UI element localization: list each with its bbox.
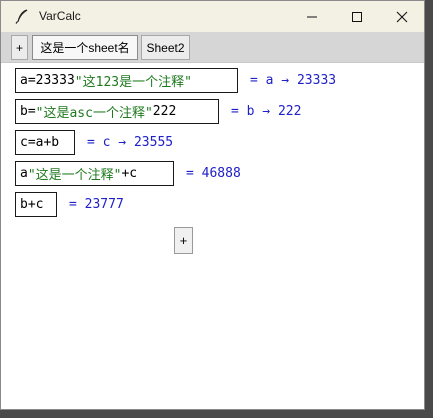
expression-input[interactable]: a "这是一个注释" +c <box>15 161 174 186</box>
maximize-icon <box>352 11 362 22</box>
expression-comment: "这123是一个注释" <box>74 75 192 90</box>
expression-row: b= "这是asc一个注释" 222 = b → 222 <box>15 99 301 124</box>
sheet-tab-bar: + 这是一个sheet名 Sheet2 <box>1 32 424 63</box>
expression-code: +c <box>121 166 138 181</box>
expression-code: 222 <box>152 104 177 119</box>
expression-result: = b → 222 <box>231 104 302 119</box>
window-title: VarCalc <box>39 9 81 23</box>
close-button[interactable] <box>379 1 425 32</box>
tab-sheet-1[interactable]: 这是一个sheet名 <box>32 35 138 60</box>
expression-comment: "这是一个注释" <box>27 168 122 183</box>
add-row-button[interactable]: + <box>174 227 193 254</box>
title-bar[interactable]: VarCalc <box>1 1 424 32</box>
expression-code: a=23333 <box>20 73 75 88</box>
app-window: VarCalc + 这是一个sheet名 Sheet2 a=23333 "这123… <box>0 0 425 410</box>
expression-code: b+c <box>20 197 44 212</box>
expression-result: = 46888 <box>186 166 241 181</box>
expression-input[interactable]: b= "这是asc一个注释" 222 <box>15 99 219 124</box>
feather-icon <box>15 9 28 24</box>
expression-row: b+c = 23777 <box>15 192 124 217</box>
expression-row: c=a+b = c → 23555 <box>15 130 173 155</box>
expression-row: a=23333 "这123是一个注释" = a → 23333 <box>15 68 336 93</box>
expression-result: = c → 23555 <box>87 135 174 150</box>
expression-result: = 23777 <box>69 197 124 212</box>
expression-comment: "这是asc一个注释" <box>35 106 153 121</box>
expression-input[interactable]: a=23333 "这123是一个注释" <box>15 68 238 93</box>
minimize-icon <box>307 16 317 17</box>
expression-code: c=a+b <box>20 135 60 150</box>
expression-result: = a → 23333 <box>250 73 337 88</box>
minimize-button[interactable] <box>289 1 335 32</box>
add-sheet-tab[interactable]: + <box>11 35 28 60</box>
expression-input[interactable]: b+c <box>15 192 57 217</box>
expression-input[interactable]: c=a+b <box>15 130 75 155</box>
close-icon <box>396 11 408 22</box>
tab-sheet-2[interactable]: Sheet2 <box>141 35 190 60</box>
expression-code: b= <box>20 104 36 119</box>
expression-row: a "这是一个注释" +c = 46888 <box>15 161 241 186</box>
expression-code: a <box>20 166 28 181</box>
maximize-button[interactable] <box>334 1 380 32</box>
